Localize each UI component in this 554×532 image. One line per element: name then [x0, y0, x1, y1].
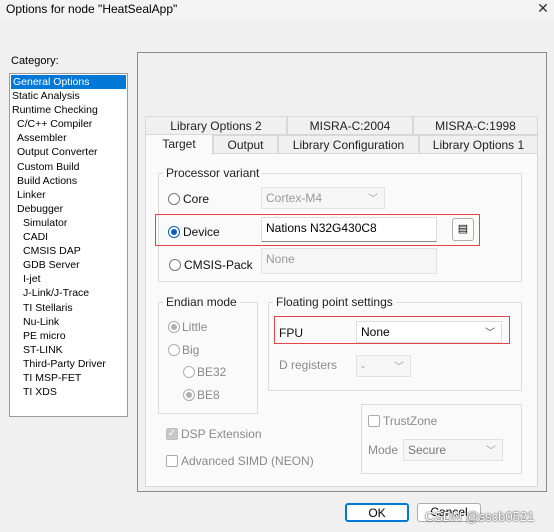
advanced-simd-label: Advanced SIMD (NEON) [181, 454, 314, 468]
category-item[interactable]: Output Converter [10, 145, 127, 159]
big-radio[interactable] [168, 344, 180, 356]
device-field[interactable]: Nations N32G430C8 [261, 217, 437, 242]
d-registers-value: - [361, 359, 365, 373]
core-radio[interactable] [168, 193, 180, 205]
title-bar: Options for node "HeatSealApp" ✕ [0, 0, 554, 20]
tab-target[interactable]: Target [145, 134, 213, 155]
category-item[interactable]: Debugger [10, 202, 127, 216]
category-item[interactable]: Nu-Link [10, 315, 127, 329]
tab-library-configuration[interactable]: Library Configuration [278, 135, 419, 154]
cmsis-pack-label: CMSIS-Pack [184, 258, 253, 272]
fpu-dropdown[interactable]: None ﹀ [356, 321, 502, 343]
chevron-down-icon: ﹀ [368, 194, 378, 205]
processor-variant-title: Processor variant [163, 166, 263, 180]
category-item[interactable]: Custom Build [10, 160, 127, 174]
window-title: Options for node "HeatSealApp" [6, 2, 178, 16]
device-browse-button[interactable]: ▤ [452, 218, 474, 241]
be32-radio[interactable] [183, 366, 195, 378]
device-radio[interactable] [168, 226, 180, 238]
category-item[interactable]: Third-Party Driver [10, 357, 127, 371]
core-label: Core [183, 192, 210, 206]
category-item[interactable]: Runtime Checking [10, 103, 127, 117]
tab-output[interactable]: Output [213, 135, 278, 154]
advanced-simd-checkbox[interactable] [166, 455, 178, 467]
device-label: Device [183, 225, 220, 239]
tab-library-options-2[interactable]: Library Options 2 [145, 116, 287, 135]
category-item[interactable]: PE micro [10, 329, 127, 343]
dsp-extension-checkbox[interactable]: ✓ [166, 428, 178, 440]
tab-misra-c-1998[interactable]: MISRA-C:1998 [413, 116, 538, 135]
floating-point-title: Floating point settings [273, 295, 396, 309]
category-item[interactable]: TI Stellaris [10, 301, 127, 315]
category-item[interactable]: J-Link/J-Trace [10, 286, 127, 300]
category-item[interactable]: ST-LINK [10, 343, 127, 357]
category-item[interactable]: CMSIS DAP [10, 244, 127, 258]
core-value: Cortex-M4 [266, 191, 323, 205]
category-item[interactable]: C/C++ Compiler [10, 117, 127, 131]
fpu-value: None [361, 325, 390, 339]
chevron-down-icon: ﹀ [486, 446, 496, 457]
trustzone-checkbox[interactable] [368, 415, 380, 427]
cmsis-pack-radio[interactable] [169, 259, 181, 271]
close-icon[interactable]: ✕ [535, 0, 551, 17]
category-item[interactable]: Build Actions [10, 174, 127, 188]
little-label: Little [182, 320, 208, 334]
device-list-icon: ▤ [457, 223, 469, 235]
cmsis-pack-value: None [266, 252, 295, 266]
category-label: Category: [11, 55, 59, 67]
category-item[interactable]: Simulator [10, 216, 127, 230]
tab-library-options-1[interactable]: Library Options 1 [419, 135, 538, 154]
d-registers-label: D registers [279, 358, 338, 372]
trustzone-label: TrustZone [383, 414, 438, 428]
endian-mode-title: Endian mode [163, 295, 240, 309]
core-dropdown: Cortex-M4 ﹀ [261, 187, 385, 209]
be32-label: BE32 [197, 365, 227, 379]
mode-value: Secure [408, 443, 447, 457]
ok-button[interactable]: OK [345, 503, 409, 522]
category-list[interactable]: General Options Static Analysis Runtime Ch… [9, 73, 128, 417]
mode-label: Mode [368, 443, 399, 457]
category-item[interactable]: Assembler [10, 131, 127, 145]
category-item[interactable]: TI MSP-FET [10, 371, 127, 385]
be8-label: BE8 [197, 388, 220, 402]
big-label: Big [182, 343, 200, 357]
chevron-down-icon: ﹀ [394, 362, 404, 373]
chevron-down-icon: ﹀ [485, 328, 495, 339]
category-item[interactable]: General Options [11, 75, 126, 90]
category-item[interactable]: CADI [10, 230, 127, 244]
category-item[interactable]: TI XDS [10, 385, 127, 399]
category-item[interactable]: I-jet [10, 272, 127, 286]
d-registers-dropdown: - ﹀ [356, 355, 411, 377]
be8-radio[interactable] [183, 389, 195, 401]
watermark: CSDN @sscb0521 [425, 509, 535, 524]
little-radio[interactable] [168, 321, 180, 333]
cmsis-pack-field: None [261, 248, 437, 274]
dsp-extension-label: DSP Extension [181, 427, 262, 441]
category-item[interactable]: GDB Server [10, 258, 127, 272]
category-item[interactable]: Linker [10, 188, 127, 202]
mode-dropdown: Secure ﹀ [403, 439, 503, 461]
fpu-label: FPU [279, 326, 303, 340]
tab-misra-c-2004[interactable]: MISRA-C:2004 [287, 116, 413, 135]
device-value: Nations N32G430C8 [266, 221, 377, 235]
category-item[interactable]: Static Analysis [10, 89, 127, 103]
